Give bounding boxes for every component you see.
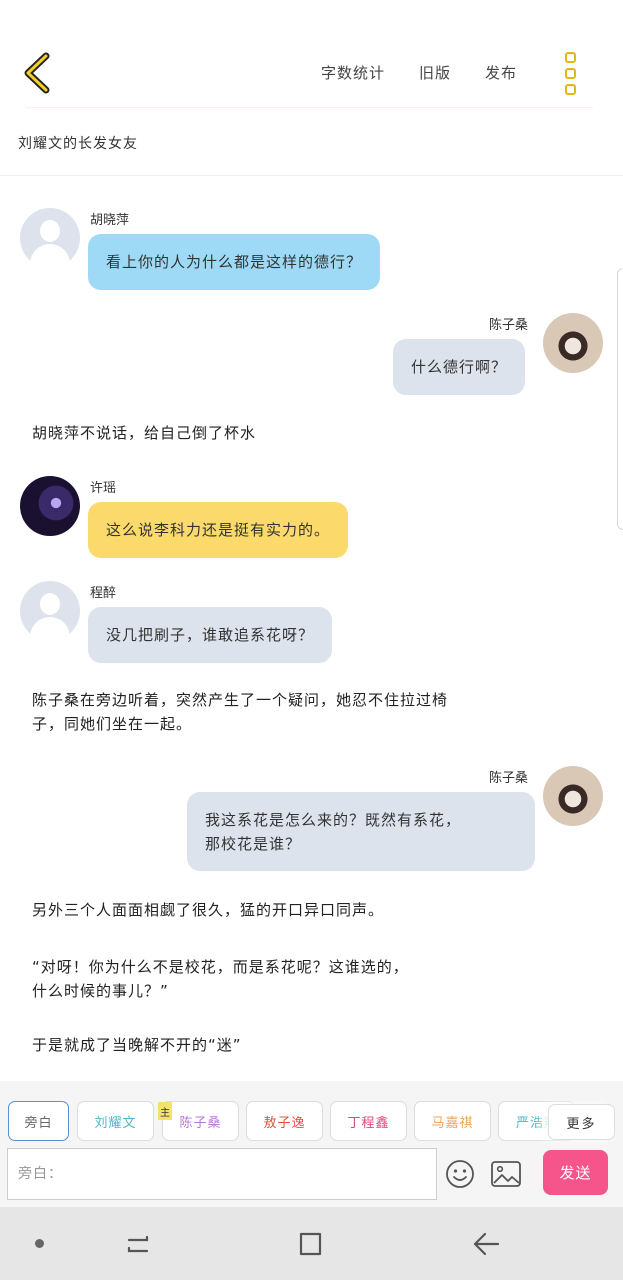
role-chip-label: 刘耀文: [94, 1115, 137, 1131]
message-input[interactable]: 旁白：: [7, 1148, 437, 1200]
scrollbar[interactable]: [617, 268, 623, 530]
role-chip-label: 敖子逸: [263, 1115, 306, 1131]
narration-line: 陈子桑在旁边听着，突然产生了一个疑问，她忍不住拉过椅: [32, 691, 449, 709]
emoji-icon[interactable]: [444, 1158, 476, 1190]
narration-text[interactable]: 另外三个人面面相觑了很久，猛的开口异口同声。: [32, 898, 502, 922]
main-role-badge: 主: [158, 1102, 172, 1120]
sender-name: 程醉: [90, 586, 117, 601]
role-chip-narrator[interactable]: 旁白: [8, 1101, 69, 1141]
role-chip-label: 丁程鑫: [347, 1115, 390, 1131]
narration-line: 什么时候的事儿？”: [32, 982, 169, 1000]
message-bubble[interactable]: 我这系花是怎么来的？既然有系花， 那校花是谁？: [187, 792, 535, 871]
publish-button[interactable]: 发布: [485, 62, 517, 83]
system-nav-bar: [0, 1207, 623, 1280]
old-version-button[interactable]: 旧版: [419, 62, 451, 83]
recent-apps-icon[interactable]: [123, 1229, 153, 1259]
nav-dot-icon[interactable]: [35, 1239, 44, 1248]
narration-text[interactable]: 胡晓萍不说话，给自己倒了杯水: [32, 421, 502, 445]
role-chip-label: 马嘉祺: [431, 1115, 474, 1131]
top-actions: 字数统计 旧版 发布: [321, 62, 517, 83]
back-icon[interactable]: [471, 1229, 501, 1259]
role-selector-bar: 旁白 刘耀文 陈子桑 主 敖子逸 丁程鑫 马嘉祺 严浩翔 更多 旁白： 发送: [0, 1081, 623, 1207]
narration-text[interactable]: “对呀！你为什么不是校花，而是系花呢？这谁选的， 什么时候的事儿？”: [32, 955, 502, 1003]
sender-name: 陈子桑: [489, 318, 529, 333]
more-roles-button[interactable]: 更多: [548, 1104, 615, 1140]
avatar[interactable]: [20, 581, 80, 641]
back-chevron-icon[interactable]: [18, 50, 58, 96]
story-title: 刘耀文的长发女友: [18, 136, 138, 152]
role-chip[interactable]: 马嘉祺: [414, 1101, 491, 1141]
avatar[interactable]: [543, 766, 603, 826]
message-line: 我这系花是怎么来的？既然有系花，: [205, 810, 462, 829]
home-icon[interactable]: [296, 1229, 326, 1259]
message-line: 那校花是谁？: [205, 834, 302, 853]
role-chip-label: 旁白: [24, 1115, 53, 1131]
more-vertical-icon[interactable]: [565, 52, 579, 96]
narration-text[interactable]: 陈子桑在旁边听着，突然产生了一个疑问，她忍不住拉过椅 子，同她们坐在一起。: [32, 688, 502, 736]
top-bar: 字数统计 旧版 发布: [0, 0, 623, 110]
avatar[interactable]: [543, 313, 603, 373]
word-count-button[interactable]: 字数统计: [321, 62, 385, 83]
narration-text[interactable]: 于是就成了当晚解不开的“迷”: [32, 1033, 502, 1057]
chat-area[interactable]: 胡晓萍 看上你的人为什么都是这样的德行？ 陈子桑 什么德行啊？ 胡晓萍不说话，给…: [0, 176, 623, 1081]
message-bubble[interactable]: 看上你的人为什么都是这样的德行？: [88, 234, 381, 290]
sender-name: 许瑶: [90, 481, 117, 496]
message-bubble[interactable]: 什么德行啊？: [393, 339, 526, 395]
message-bubble[interactable]: 这么说李科力还是挺有实力的。: [88, 502, 349, 558]
narration-line: “对呀！你为什么不是校花，而是系花呢？这谁选的，: [32, 958, 409, 976]
message-bubble[interactable]: 没几把刷子，谁敢追系花呀？: [88, 607, 333, 663]
sender-name: 陈子桑: [489, 771, 529, 786]
role-chip[interactable]: 刘耀文: [77, 1101, 154, 1141]
role-chip-label: 陈子桑: [179, 1115, 222, 1131]
avatar[interactable]: [20, 208, 80, 268]
role-chip[interactable]: 丁程鑫: [330, 1101, 407, 1141]
role-chip[interactable]: 陈子桑: [162, 1101, 239, 1141]
narration-line: 子，同她们坐在一起。: [32, 715, 193, 733]
role-chip[interactable]: 敖子逸: [246, 1101, 323, 1141]
avatar[interactable]: [20, 476, 80, 536]
sender-name: 胡晓萍: [90, 213, 130, 228]
header-divider: [26, 107, 593, 108]
send-button[interactable]: 发送: [543, 1150, 608, 1195]
image-icon[interactable]: [490, 1160, 522, 1188]
